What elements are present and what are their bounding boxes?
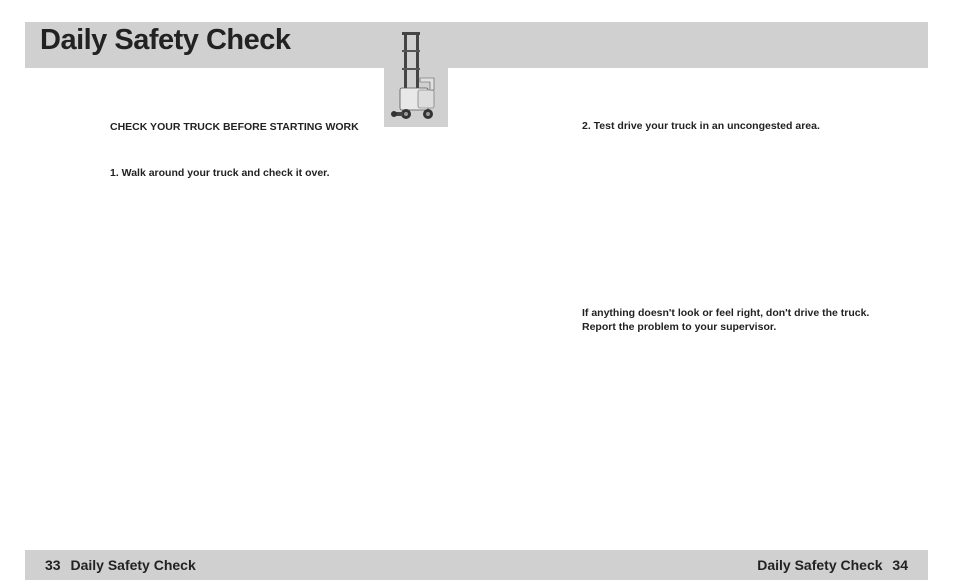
footer-right: Daily Safety Check 34 [757,557,914,573]
page-number-right: 34 [892,557,908,573]
footer-left: 33 Daily Safety Check [39,557,196,573]
footer-band: 33 Daily Safety Check Daily Safety Check… [25,550,928,580]
page-title: Daily Safety Check [40,24,291,57]
footer-label-left: Daily Safety Check [70,557,195,573]
footer-label-right: Daily Safety Check [757,557,882,573]
step-2: 2. Test drive your truck in an uncongest… [582,120,912,132]
left-column: CHECK YOUR TRUCK BEFORE STARTING WORK 1.… [110,121,450,179]
subheading-check-truck: CHECK YOUR TRUCK BEFORE STARTING WORK [110,121,450,133]
forklift-truck-icon [388,30,448,125]
page-number-left: 33 [45,557,61,573]
right-column: 2. Test drive your truck in an uncongest… [582,120,912,132]
warning-text: If anything doesn't look or feel right, … [582,306,892,334]
step-1: 1. Walk around your truck and check it o… [110,167,450,179]
